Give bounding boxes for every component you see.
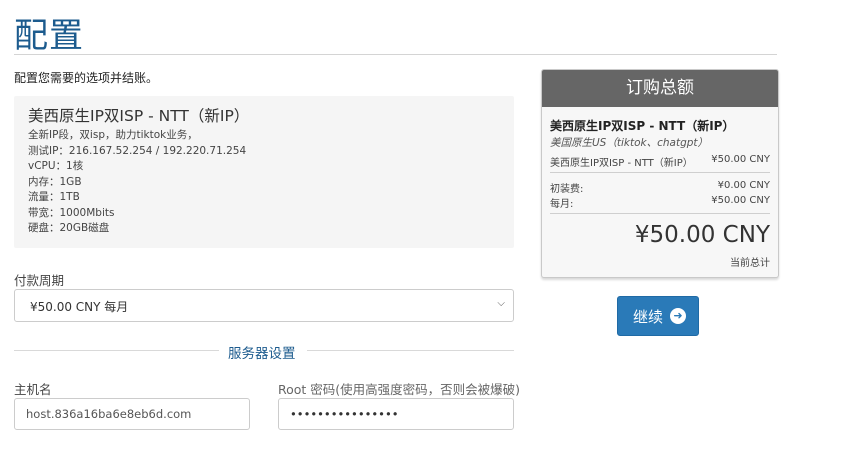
root-password-label: Root 密码(使用高强度密码，否则会被爆破) (278, 382, 521, 397)
hostname-label: 主机名 (14, 382, 52, 397)
monthly-value: ¥50.00 CNY (711, 195, 770, 206)
section-divider-left (14, 350, 219, 351)
description-line: 全新IP段，双isp，助力tiktok业务， (28, 129, 198, 141)
arrow-circle-right-icon: ➜ (670, 308, 686, 324)
description-line: 测试IP：216.167.52.254 / 192.220.71.254 (28, 144, 247, 157)
root-password-input[interactable]: •••••••••••••••• (278, 398, 514, 430)
setup-fee-label: 初装费: (550, 184, 584, 195)
root-password-value: •••••••••••••••• (290, 407, 399, 421)
title-divider (14, 54, 777, 55)
monthly-row: 每月: ¥50.00 CNY (550, 195, 770, 210)
page-title: 配置 (14, 16, 84, 56)
monthly-label: 每月: (550, 199, 574, 210)
description-line: 带宽：1000Mbits (28, 206, 115, 219)
summary-total-label: 当前总计 (730, 258, 770, 269)
summary-product-name: 美西原生IP双ISP - NTT（新IP） (550, 119, 735, 133)
description-line: 硬盘：20GB磁盘 (28, 222, 110, 234)
product-info-panel: 美西原生IP双ISP - NTT（新IP） 全新IP段，双isp，助力tikto… (14, 96, 514, 248)
server-settings-heading: 服务器设置 (228, 346, 296, 362)
continue-label: 继续 (633, 308, 664, 326)
order-summary-panel: 订购总额 美西原生IP双ISP - NTT（新IP） 美国原生US（tiktok… (541, 69, 779, 278)
hostname-input[interactable]: host.836a16ba6e8eb6d.com (14, 398, 250, 430)
summary-line-item: 美西原生IP双ISP - NTT（新IP） ¥50.00 CNY (550, 154, 770, 169)
description-line: 流量：1TB (28, 191, 80, 203)
description-line: vCPU：1核 (28, 160, 84, 172)
billing-cycle-label: 付款周期 (14, 273, 65, 288)
description-line: 内存：1GB (28, 175, 82, 188)
chevron-down-icon: ⌵ (497, 298, 505, 309)
summary-total: ¥50.00 CNY (634, 222, 770, 248)
product-name: 美西原生IP双ISP - NTT（新IP） (28, 107, 250, 125)
order-summary-title: 订购总额 (542, 70, 778, 107)
setup-fee-value: ¥0.00 CNY (717, 180, 770, 191)
intro-text: 配置您需要的选项并结账。 (14, 71, 159, 85)
billing-cycle-value: ¥50.00 CNY 每月 (30, 300, 129, 314)
billing-cycle-select[interactable]: ¥50.00 CNY 每月 ⌵ (14, 289, 514, 322)
section-divider-right (307, 350, 514, 351)
summary-divider (550, 213, 770, 214)
hostname-value: host.836a16ba6e8eb6d.com (26, 407, 192, 421)
continue-button[interactable]: 继续 ➜ (617, 296, 699, 336)
line-item-label: 美西原生IP双ISP - NTT（新IP） (550, 158, 693, 169)
summary-product-group: 美国原生US（tiktok、chatgpt） (550, 137, 709, 149)
setup-fee-row: 初装费: ¥0.00 CNY (550, 180, 770, 195)
line-item-price: ¥50.00 CNY (711, 154, 770, 165)
summary-divider (550, 172, 770, 173)
product-description: 全新IP段，双isp，助力tiktok业务， 测试IP：216.167.52.2… (28, 128, 246, 237)
